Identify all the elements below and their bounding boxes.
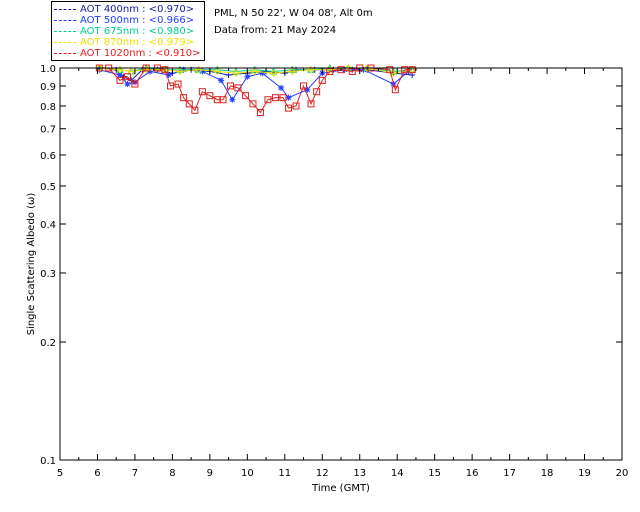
- x-tick-label: 7: [132, 468, 138, 479]
- x-tick-label: 12: [316, 468, 329, 479]
- plot-frame: [59, 67, 623, 461]
- series-line: [99, 69, 409, 101]
- legend-line-870nm: [54, 41, 76, 43]
- legend-item-870nm: AOT 870nm : <0.979>: [54, 37, 194, 48]
- site-info: PML, N 50 22', W 04 08', Alt 0m: [214, 8, 373, 19]
- x-tick-label: 14: [391, 468, 404, 479]
- y-tick-label: 1.0: [40, 64, 56, 75]
- legend-label-400nm: AOT 400nm : <0.970>: [80, 4, 195, 15]
- legend-item-400nm: AOT 400nm : <0.970>: [54, 4, 194, 15]
- x-tick-label: 8: [169, 468, 175, 479]
- x-tick-label: 11: [278, 468, 291, 479]
- x-tick-label: 13: [353, 468, 366, 479]
- x-tick-label: 19: [578, 468, 591, 479]
- legend-line-500nm: [54, 19, 76, 21]
- y-axis-label: Single Scattering Albedo (ω): [26, 193, 37, 336]
- y-tick-label: 0.5: [40, 182, 56, 193]
- y-tick-label: 0.3: [40, 269, 56, 280]
- data-point: [278, 84, 285, 91]
- x-tick-label: 17: [503, 468, 516, 479]
- legend-label-1020nm: AOT 1020nm : <0.910>: [80, 48, 201, 59]
- data-point: [124, 81, 131, 88]
- legend-item-500nm: AOT 500nm : <0.966>: [54, 15, 194, 26]
- data-point: [229, 96, 236, 103]
- legend-label-870nm: AOT 870nm : <0.979>: [80, 37, 195, 48]
- x-axis-label: Time (GMT): [311, 483, 370, 494]
- date-info: Data from: 21 May 2024: [214, 25, 337, 36]
- x-tick-label: 10: [241, 468, 254, 479]
- legend-line-675nm: [54, 30, 76, 32]
- x-tick-label: 18: [541, 468, 554, 479]
- x-axis: 5 6 7 8 9 10 11 12 13 14 15 16 17 18 19 20: [57, 68, 629, 479]
- y-tick-label: 0.9: [40, 82, 56, 93]
- y-tick-label: 0.1: [40, 456, 56, 467]
- legend-line-1020nm: [54, 52, 76, 54]
- legend-label-500nm: AOT 500nm : <0.966>: [80, 15, 195, 26]
- legend-line-400nm: [54, 8, 76, 10]
- chart: 5 6 7 8 9 10 11 12 13 14 15 16 17 18 19 20 0.1 0.2 0.3 0.4…: [26, 63, 629, 494]
- x-tick-label: 16: [466, 468, 479, 479]
- y-tick-label: 0.6: [40, 151, 56, 162]
- plot-series: [95, 63, 417, 116]
- legend-item-1020nm: AOT 1020nm : <0.910>: [54, 48, 200, 59]
- x-tick-label: 5: [57, 468, 63, 479]
- data-point: [218, 77, 225, 84]
- y-tick-label: 0.7: [40, 125, 56, 136]
- x-tick-label: 15: [428, 468, 441, 479]
- x-tick-label: 9: [207, 468, 213, 479]
- data-point: [244, 73, 251, 80]
- y-axis: 0.1 0.2 0.3 0.4 0.5 0.6 0.7 0.8 0.9 1.0: [40, 64, 622, 467]
- x-tick-label: 6: [94, 468, 100, 479]
- legend-item-675nm: AOT 675nm : <0.980>: [54, 26, 194, 37]
- legend-label-675nm: AOT 675nm : <0.980>: [80, 26, 195, 37]
- x-tick-label: 20: [616, 468, 629, 479]
- data-point: [285, 94, 292, 101]
- y-tick-label: 0.8: [40, 102, 56, 113]
- legend: AOT 400nm : <0.970> AOT 500nm : <0.966> …: [51, 1, 205, 61]
- y-tick-label: 0.2: [40, 338, 56, 349]
- y-tick-label: 0.4: [40, 220, 56, 231]
